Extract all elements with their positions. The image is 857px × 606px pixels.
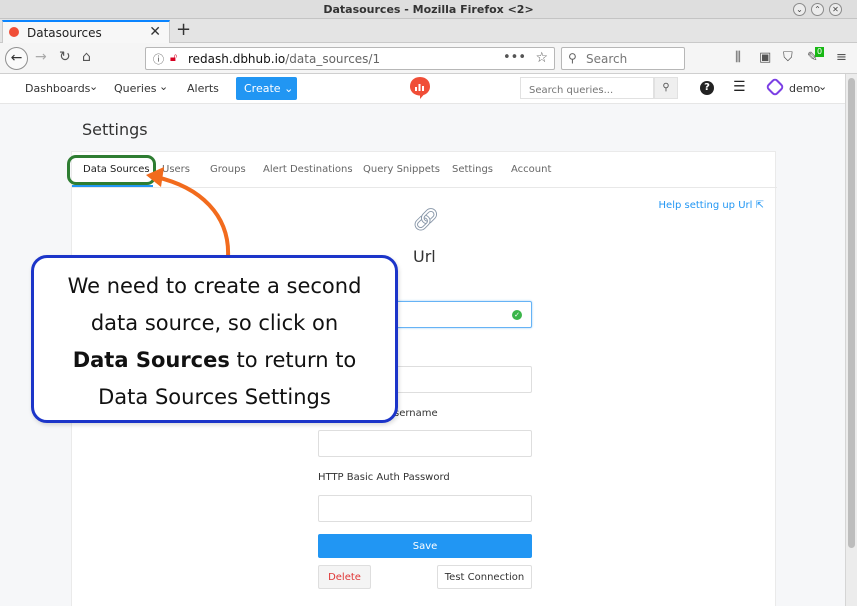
browser-tabbar: Datasources ✕ + [0, 19, 857, 43]
url-path: /data_sources/1 [285, 52, 381, 66]
username-label: sername [394, 408, 438, 419]
callout-line-3-rest: to return to [229, 348, 357, 372]
browser-tab[interactable]: Datasources ✕ [2, 20, 170, 43]
insecure-lock-icon[interactable]: 🔓︎ [170, 51, 177, 65]
callout-line-4: Data Sources Settings [98, 385, 331, 409]
external-link-icon: ⇱ [755, 200, 764, 211]
tab-alert-destinations[interactable]: Alert Destinations [263, 164, 353, 175]
library-icon[interactable]: ⫼ [735, 50, 741, 65]
callout-line-2: data source, so click on [90, 311, 339, 335]
chevron-down-icon[interactable]: ⌄ [818, 80, 827, 93]
redash-logo-icon[interactable] [408, 76, 432, 100]
reload-icon[interactable]: ↻ [59, 49, 71, 65]
search-queries-field[interactable] [520, 77, 654, 101]
create-label: Create [244, 82, 281, 95]
page-scrollbar[interactable] [845, 74, 857, 606]
username-field[interactable] [318, 430, 532, 457]
scrollbar-thumb[interactable] [848, 78, 855, 548]
avatar[interactable] [765, 77, 785, 97]
minimize-icon[interactable]: ⌄ [793, 3, 806, 16]
tab-query-snippets[interactable]: Query Snippets [363, 164, 440, 175]
callout-text: We need to create a second data source, … [42, 268, 387, 416]
callout-emphasis: Data Sources [72, 348, 230, 372]
test-connection-button[interactable]: Test Connection [437, 565, 532, 589]
window-title: Datasources - Mozilla Firefox <2> [323, 3, 534, 16]
forward-button[interactable]: → [35, 49, 47, 65]
window-titlebar: Datasources - Mozilla Firefox <2> ⌄ ⌃ ✕ [0, 0, 857, 19]
url-text: redash.dbhub.io/data_sources/1 [188, 52, 380, 66]
browser-navbar: ← → ↻ ⌂ ⓘ 🔓︎ redash.dbhub.io/data_source… [0, 43, 857, 74]
help-icon[interactable]: ? [700, 81, 714, 95]
url-host: redash.dbhub.io [188, 52, 286, 66]
search-queries-input[interactable] [521, 80, 653, 101]
callout-line-1: We need to create a second [67, 274, 362, 298]
chevron-down-icon[interactable]: ⌄ [89, 80, 98, 93]
hamburger-menu-icon[interactable]: ≡ [836, 50, 847, 65]
nav-dashboards[interactable]: Dashboards [25, 82, 90, 95]
bookmark-star-icon[interactable]: ☆ [535, 50, 548, 66]
redash-favicon-icon [9, 27, 19, 37]
pointer-arrow [146, 167, 231, 259]
callout-line-3: Data Sources to return to [42, 342, 387, 379]
link-icon: 🔗︎ [412, 208, 440, 233]
search-icon: ⚲ [568, 51, 577, 65]
new-tab-button[interactable]: + [176, 19, 191, 40]
maximize-icon[interactable]: ⌃ [811, 3, 824, 16]
create-button[interactable]: Create ⌄ [236, 77, 297, 100]
password-label: HTTP Basic Auth Password [318, 472, 450, 483]
nav-alerts[interactable]: Alerts [187, 82, 219, 95]
valid-check-icon: ✓ [512, 310, 522, 320]
tab-settings[interactable]: Settings [452, 164, 493, 175]
chevron-down-icon: ⌄ [284, 82, 294, 95]
extension-badge: 0 [815, 47, 824, 57]
user-name[interactable]: demo [789, 82, 820, 95]
page-actions-icon[interactable]: ••• [503, 50, 526, 65]
help-link-label: Help setting up Url [658, 200, 753, 211]
browser-tab-title: Datasources [27, 26, 102, 40]
sidebar-icon[interactable]: ▣ [759, 50, 771, 65]
close-window-icon[interactable]: ✕ [829, 3, 842, 16]
tutorial-callout: We need to create a second data source, … [31, 255, 398, 423]
app-header: Dashboards ⌄ Queries ⌄ Alerts Create ⌄ ⚲… [0, 74, 845, 104]
nav-queries[interactable]: Queries [114, 82, 156, 95]
search-queries-button[interactable]: ⚲ [654, 77, 678, 99]
password-field[interactable] [318, 495, 532, 522]
back-button[interactable]: ← [5, 47, 28, 70]
browser-search-placeholder: Search [586, 52, 628, 66]
tab-account[interactable]: Account [511, 164, 551, 175]
help-link[interactable]: Help setting up Url ⇱ [659, 200, 764, 211]
page-title: Settings [82, 120, 148, 139]
save-button[interactable]: Save [318, 534, 532, 558]
home-icon[interactable]: ⌂ [82, 49, 91, 65]
url-bar[interactable]: ⓘ 🔓︎ redash.dbhub.io/data_sources/1 ••• … [145, 47, 555, 70]
site-info-icon[interactable]: ⓘ [153, 51, 164, 67]
close-tab-icon[interactable]: ✕ [149, 24, 161, 40]
browser-search-bar[interactable]: ⚲ Search [561, 47, 685, 70]
delete-button[interactable]: Delete [318, 565, 371, 589]
chevron-down-icon[interactable]: ⌄ [159, 80, 168, 93]
settings-sliders-icon[interactable]: ☰ [733, 79, 746, 95]
shield-icon[interactable]: ⛉ [783, 50, 793, 65]
data-source-type-name: Url [413, 247, 436, 266]
